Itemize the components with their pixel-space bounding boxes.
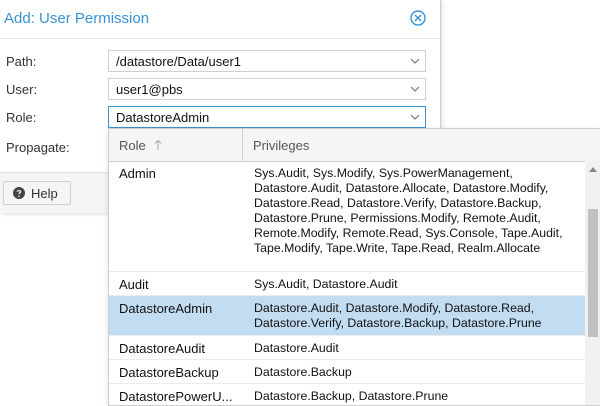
role-row: Role: DatastoreAdmin bbox=[0, 106, 440, 130]
role-value: DatastoreAdmin bbox=[116, 110, 210, 125]
chevron-down-icon[interactable] bbox=[409, 111, 421, 123]
grid-row-datastorepoweruser[interactable]: DatastorePowerU... Datastore.Backup, Dat… bbox=[109, 384, 585, 405]
dialog-header: Add: User Permission bbox=[0, 0, 440, 39]
grid-row-datastoreadmin[interactable]: DatastoreAdmin Datastore.Audit, Datastor… bbox=[109, 296, 585, 336]
cell-role: Admin bbox=[119, 166, 156, 181]
cell-role: DatastoreBackup bbox=[119, 365, 219, 380]
role-combobox[interactable]: DatastoreAdmin bbox=[108, 106, 426, 128]
path-value: /datastore/Data/user1 bbox=[116, 54, 242, 69]
close-icon[interactable] bbox=[410, 10, 426, 26]
help-button[interactable]: Help bbox=[3, 181, 71, 205]
vertical-scrollbar[interactable] bbox=[585, 161, 600, 405]
cell-role: Audit bbox=[119, 277, 149, 292]
column-header-privileges[interactable]: Privileges bbox=[243, 129, 600, 161]
role-label: Role: bbox=[6, 110, 37, 125]
chevron-down-icon[interactable] bbox=[409, 83, 421, 95]
cell-privileges: Datastore.Backup, Datastore.Prune bbox=[254, 389, 449, 403]
sort-ascending-icon bbox=[154, 139, 162, 150]
grid-body: Admin Sys.Audit, Sys.Modify, Sys.PowerMa… bbox=[109, 161, 585, 405]
grid-row-audit[interactable]: Audit Sys.Audit, Datastore.Audit bbox=[109, 272, 585, 296]
user-value: user1@pbs bbox=[116, 82, 183, 97]
cell-privileges: Sys.Audit, Sys.Modify, Sys.PowerManageme… bbox=[254, 166, 563, 255]
grid-row-admin[interactable]: Admin Sys.Audit, Sys.Modify, Sys.PowerMa… bbox=[109, 161, 585, 272]
propagate-label: Propagate: bbox=[6, 140, 70, 155]
cell-privileges: Sys.Audit, Datastore.Audit bbox=[254, 277, 398, 291]
question-circle-icon bbox=[13, 187, 25, 199]
scroll-up-arrow-icon[interactable] bbox=[589, 166, 597, 172]
cell-role: DatastorePowerU... bbox=[119, 389, 233, 404]
cell-role: DatastoreAdmin bbox=[119, 301, 213, 316]
dialog-title: Add: User Permission bbox=[4, 10, 150, 27]
user-row: User: user1@pbs bbox=[0, 78, 440, 102]
path-combobox[interactable]: /datastore/Data/user1 bbox=[108, 50, 426, 72]
cell-privileges: Datastore.Audit, Datastore.Modify, Datas… bbox=[254, 301, 542, 330]
role-dropdown-picker: Role Privileges Admin Sys.Audit, Sys.Mod… bbox=[108, 128, 600, 406]
cell-privileges: Datastore.Audit bbox=[254, 341, 339, 355]
column-header-privileges-label: Privileges bbox=[253, 138, 310, 153]
grid-header: Role Privileges bbox=[109, 129, 600, 162]
help-label: Help bbox=[31, 186, 58, 201]
grid-row-datastorebackup[interactable]: DatastoreBackup Datastore.Backup bbox=[109, 360, 585, 384]
column-header-role-label: Role bbox=[119, 138, 146, 153]
column-header-role[interactable]: Role bbox=[109, 129, 243, 161]
grid-row-datastoreaudit[interactable]: DatastoreAudit Datastore.Audit bbox=[109, 336, 585, 360]
cell-role: DatastoreAudit bbox=[119, 341, 205, 356]
cell-privileges: Datastore.Backup bbox=[254, 365, 352, 379]
user-combobox[interactable]: user1@pbs bbox=[108, 78, 426, 100]
scrollbar-thumb[interactable] bbox=[588, 209, 598, 337]
path-label: Path: bbox=[6, 54, 37, 69]
user-label: User: bbox=[6, 82, 38, 97]
path-row: Path: /datastore/Data/user1 bbox=[0, 50, 440, 74]
chevron-down-icon[interactable] bbox=[409, 55, 421, 67]
